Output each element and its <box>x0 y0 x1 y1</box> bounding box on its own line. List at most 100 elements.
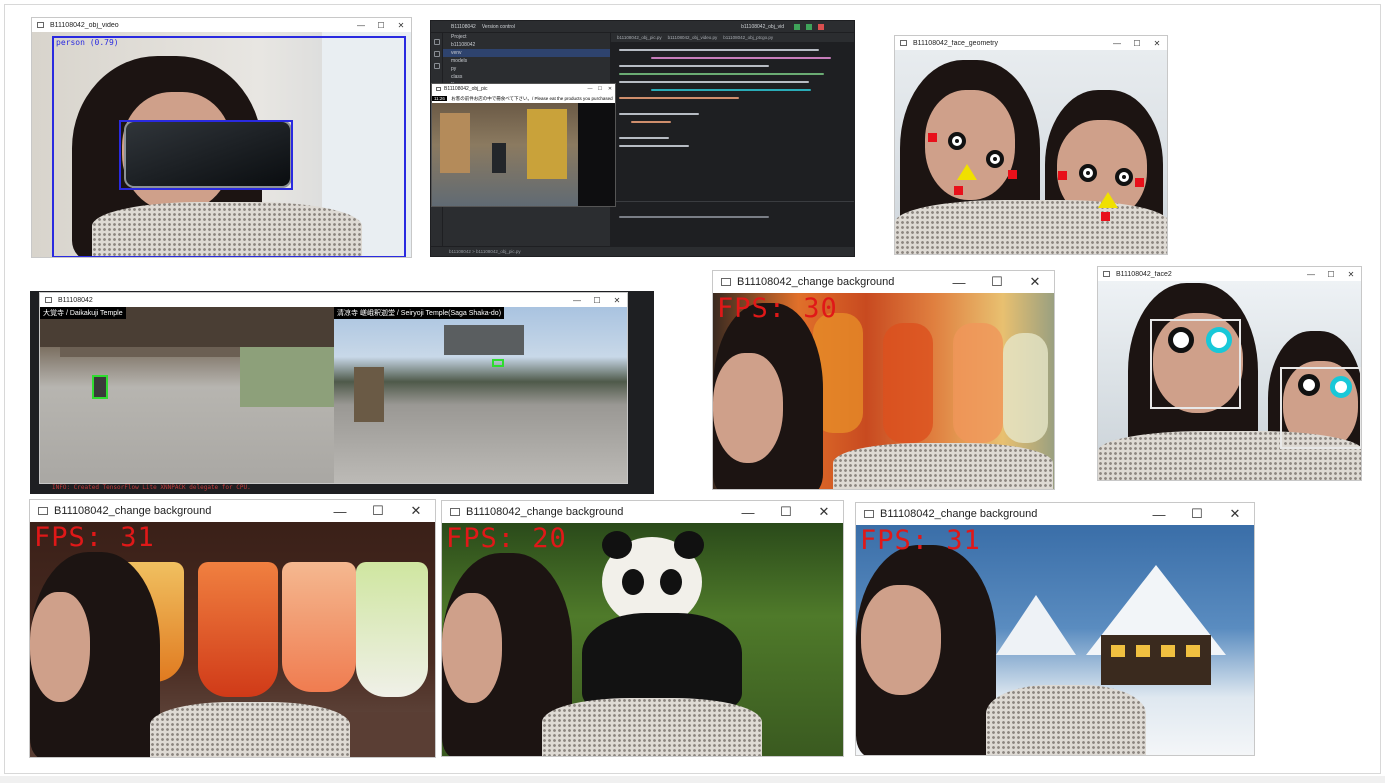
code-line <box>619 137 669 139</box>
close-icon[interactable]: ✕ <box>1016 274 1054 290</box>
phone-bbox <box>119 120 293 190</box>
tree-item[interactable]: class <box>443 73 610 81</box>
eye-marker <box>1079 164 1097 182</box>
tree-item[interactable]: venv <box>443 49 610 57</box>
close-icon[interactable]: ✕ <box>1216 506 1254 522</box>
close-icon[interactable]: ✕ <box>391 21 411 30</box>
maximize-icon[interactable]: ☐ <box>1178 506 1216 522</box>
titlebar[interactable]: B11108042_face2 — ☐ ✕ <box>1098 267 1361 281</box>
window-title: B11108042_change background <box>737 276 895 288</box>
tab[interactable]: b11108042_obj_pic.py <box>617 35 662 40</box>
stop-icon[interactable] <box>818 23 824 30</box>
window-change-bg-3[interactable]: B11108042_change background — ☐ ✕ FPS: 2… <box>441 500 844 757</box>
person-face <box>30 592 90 702</box>
ide-window[interactable]: B11108042 Version control b11108042_obj_… <box>430 20 855 257</box>
video-frame <box>895 50 1167 254</box>
maximize-icon[interactable]: ☐ <box>371 21 391 30</box>
minimize-icon[interactable]: — <box>321 504 359 519</box>
window-title: B11108042 <box>58 296 93 304</box>
minimize-icon[interactable]: — <box>1107 39 1127 48</box>
minimize-icon[interactable]: — <box>351 21 371 30</box>
code-line <box>651 57 831 59</box>
eye-marker <box>986 150 1004 168</box>
tree-item[interactable]: py <box>443 65 610 73</box>
maximize-icon[interactable]: ☐ <box>1127 39 1147 48</box>
chin-marker <box>954 186 963 195</box>
minimize-icon[interactable]: — <box>585 86 595 92</box>
close-icon[interactable]: ✕ <box>607 296 627 305</box>
window-face2[interactable]: B11108042_face2 — ☐ ✕ <box>1097 266 1362 481</box>
ide-branch-label[interactable]: Version control <box>482 24 515 30</box>
titlebar[interactable]: B11108042_face_geometry — ☐ ✕ <box>895 36 1167 50</box>
video-frame: FPS: 31 <box>856 525 1254 755</box>
maximize-icon[interactable]: ☐ <box>1321 270 1341 279</box>
titlebar[interactable]: B11108042 — ☐ ✕ <box>40 293 627 307</box>
ide-toolbar: B11108042 Version control b11108042_obj_… <box>431 21 854 33</box>
close-icon[interactable]: ✕ <box>805 504 843 520</box>
code-line <box>619 81 809 83</box>
titlebar[interactable]: B11108042_change background — ☐ ✕ <box>856 503 1254 525</box>
maximize-icon[interactable]: ☐ <box>767 504 805 520</box>
tree-item[interactable]: models <box>443 57 610 65</box>
nose-marker <box>1098 192 1118 208</box>
window-app-icon <box>45 297 52 303</box>
ide-terminal[interactable] <box>611 201 854 248</box>
run-icon[interactable] <box>794 23 800 30</box>
window-obj-video[interactable]: B11108042_obj_video — ☐ ✕ person (0.79) <box>31 17 412 258</box>
terminal-line <box>619 216 769 218</box>
titlebar[interactable]: B11108042_change background — ☐ ✕ <box>713 271 1054 293</box>
window-change-bg-1[interactable]: B11108042_change background — ☐ ✕ FPS: 3… <box>712 270 1055 490</box>
window-change-bg-2[interactable]: B11108042_change background — ☐ ✕ FPS: 3… <box>29 499 436 758</box>
person-face <box>861 585 941 695</box>
eye-marker <box>1298 374 1320 396</box>
close-icon[interactable]: ✕ <box>1341 270 1361 279</box>
person-sweater <box>895 200 1167 254</box>
detection-label: person (0.79) <box>56 38 119 47</box>
fps-counter: FPS: 30 <box>717 293 838 324</box>
window-app-icon <box>436 87 441 91</box>
inner-caption: お客の前件お店の中で冊食べて下さい。/ Please eat the produ… <box>451 96 613 101</box>
close-icon[interactable]: ✕ <box>605 86 615 92</box>
window-face-geometry[interactable]: B11108042_face_geometry — ☐ ✕ <box>894 35 1168 255</box>
person-bbox-green <box>92 375 108 399</box>
person-face <box>442 593 502 703</box>
window-app-icon <box>38 507 48 515</box>
inner-window[interactable]: B11108042_obj_pic — ☐ ✕ 11:26 お客の前件お店の中で… <box>431 83 616 207</box>
commit-icon[interactable] <box>433 51 440 57</box>
minimize-icon[interactable]: — <box>1301 270 1321 279</box>
video-frame <box>1098 281 1361 480</box>
maximize-icon[interactable]: ☐ <box>587 296 607 305</box>
minimize-icon[interactable]: — <box>567 296 587 305</box>
ide-menu-label[interactable]: B11108042 <box>451 24 476 30</box>
code-line <box>619 65 769 67</box>
editor-tabs: b11108042_obj_pic.py b11108042_obj_video… <box>611 33 854 43</box>
minimize-icon[interactable]: — <box>1140 507 1178 522</box>
structure-icon[interactable] <box>433 63 440 69</box>
code-line <box>619 97 739 99</box>
panda-ear <box>674 531 704 559</box>
close-icon[interactable]: ✕ <box>397 503 435 519</box>
titlebar[interactable]: B11108042_obj_video — ☐ ✕ <box>32 18 411 32</box>
project-header[interactable]: Project <box>443 33 610 41</box>
inner-titlebar[interactable]: B11108042_obj_pic — ☐ ✕ <box>432 84 615 94</box>
close-icon[interactable]: ✕ <box>1147 39 1167 48</box>
window-change-bg-4[interactable]: B11108042_change background — ☐ ✕ FPS: 3… <box>855 502 1255 756</box>
maximize-icon[interactable]: ☐ <box>595 86 605 92</box>
titlebar[interactable]: B11108042_change background — ☐ ✕ <box>30 500 435 522</box>
titlebar[interactable]: B11108042_change background — ☐ ✕ <box>442 501 843 523</box>
tree-item[interactable]: b11108042 <box>443 41 610 49</box>
minimize-icon[interactable]: — <box>729 505 767 520</box>
tab[interactable]: b11108042_obj_ptcgo.py <box>723 35 773 40</box>
debug-icon[interactable] <box>806 23 812 30</box>
window-temples[interactable]: B11108042 — ☐ ✕ 大覚寺 / Daikakuji Temple 清… <box>39 292 628 484</box>
maximize-icon[interactable]: ☐ <box>359 503 397 519</box>
maximize-icon[interactable]: ☐ <box>978 274 1016 290</box>
folder-icon[interactable] <box>433 39 440 45</box>
inner-content: 11:26 お客の前件お店の中で冊食べて下さい。/ Please eat the… <box>432 94 615 206</box>
code-line <box>651 89 811 91</box>
minimize-icon[interactable]: — <box>940 275 978 290</box>
window-title: B11108042_obj_video <box>50 21 119 29</box>
cheek-marker <box>1135 178 1144 187</box>
ide-run-config[interactable]: b11108042_obj_vid <box>741 24 784 30</box>
tab[interactable]: b11108042_obj_video.py <box>668 35 718 40</box>
